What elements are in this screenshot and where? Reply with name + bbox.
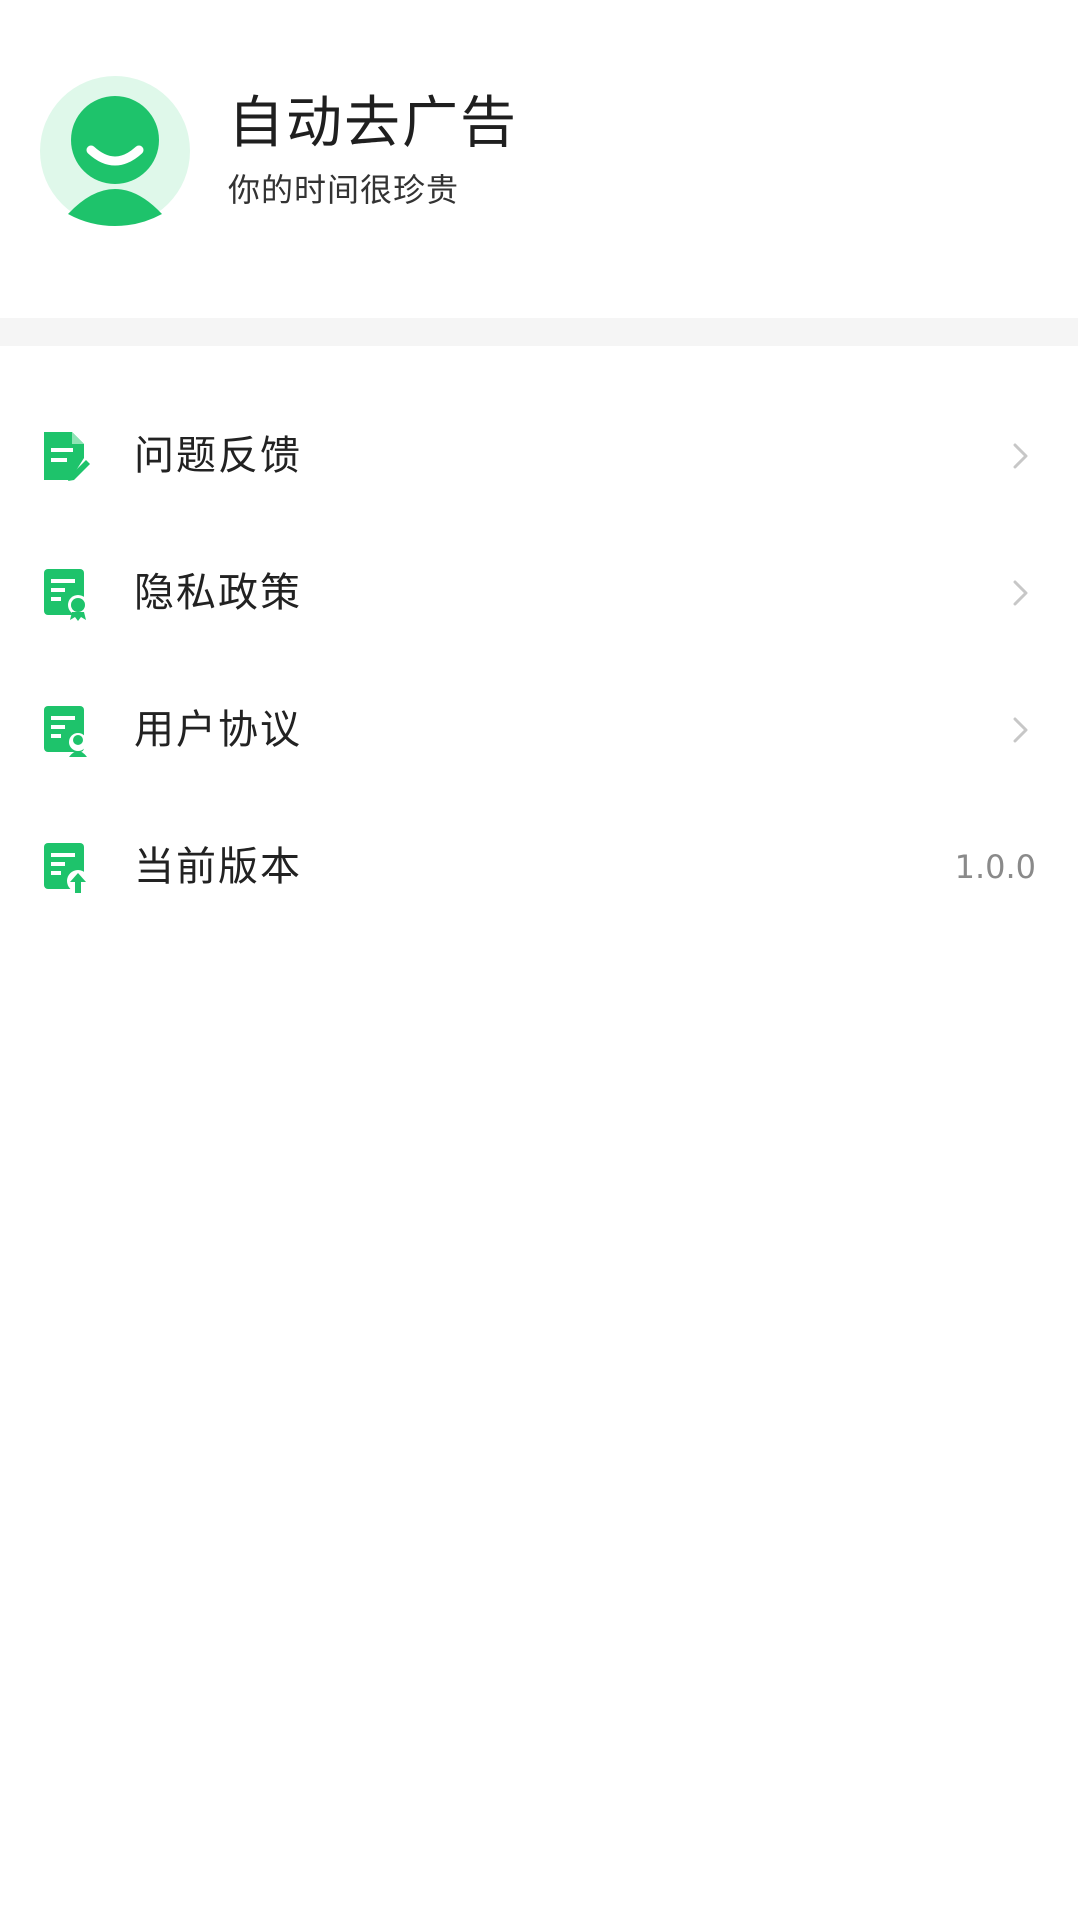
privacy-document-icon (44, 569, 88, 621)
menu-item-user-agreement[interactable]: 用户协议 (0, 662, 1078, 799)
chevron-right-icon (1013, 580, 1028, 606)
version-number: 1.0.0 (954, 848, 1036, 886)
menu-item-label: 问题反馈 (134, 433, 302, 479)
profile-header: 自动去广告 你的时间很珍贵 (0, 0, 1078, 318)
feedback-document-icon (44, 432, 90, 481)
menu-item-privacy[interactable]: 隐私政策 (0, 525, 1078, 662)
chevron-right-icon (1013, 443, 1028, 469)
app-name: 自动去广告 (228, 91, 518, 156)
section-divider (0, 318, 1078, 346)
version-upload-icon (44, 843, 89, 893)
menu-item-label: 用户协议 (134, 707, 302, 753)
menu-item-current-version: 当前版本 1.0.0 (0, 799, 1078, 936)
chevron-right-icon (1013, 717, 1028, 743)
menu-item-label: 当前版本 (134, 844, 302, 890)
smiley-user-icon (40, 76, 190, 226)
settings-menu: 问题反馈 隐私政策 用户协议 当前版本 1.0.0 (0, 346, 1078, 936)
agreement-document-icon (44, 706, 87, 757)
menu-item-feedback[interactable]: 问题反馈 (0, 388, 1078, 525)
app-slogan: 你的时间很珍贵 (228, 171, 460, 209)
menu-item-label: 隐私政策 (134, 570, 302, 616)
